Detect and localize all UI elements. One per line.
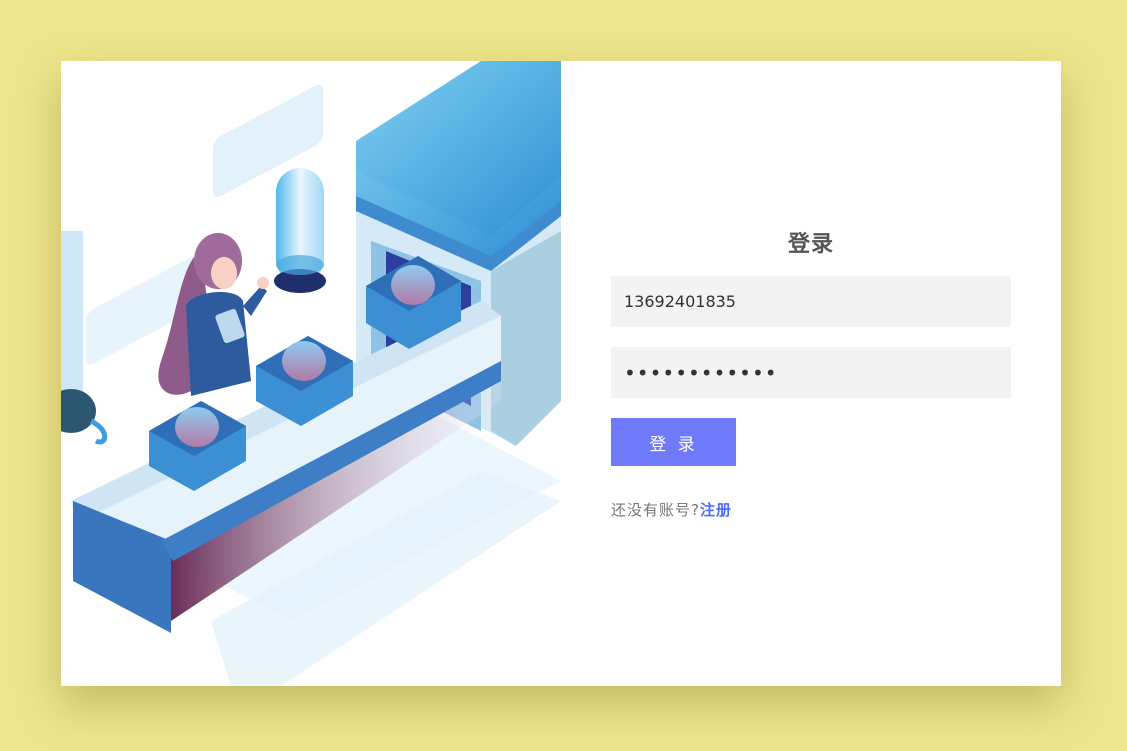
password-input[interactable] xyxy=(611,347,1011,398)
phone-input[interactable] xyxy=(611,276,1011,327)
login-form: 登录 登 录 还没有账号?注册 xyxy=(611,61,1011,686)
login-title: 登录 xyxy=(787,232,834,257)
no-account-text: 还没有账号? xyxy=(611,501,700,519)
login-card: 登录 登 录 还没有账号?注册 xyxy=(61,61,1061,686)
register-prompt: 还没有账号?注册 xyxy=(611,499,732,520)
scientist-figure xyxy=(158,233,269,396)
login-button[interactable]: 登 录 xyxy=(611,418,736,466)
register-link[interactable]: 注册 xyxy=(700,501,732,519)
conveyor-lab-illustration xyxy=(61,61,561,686)
